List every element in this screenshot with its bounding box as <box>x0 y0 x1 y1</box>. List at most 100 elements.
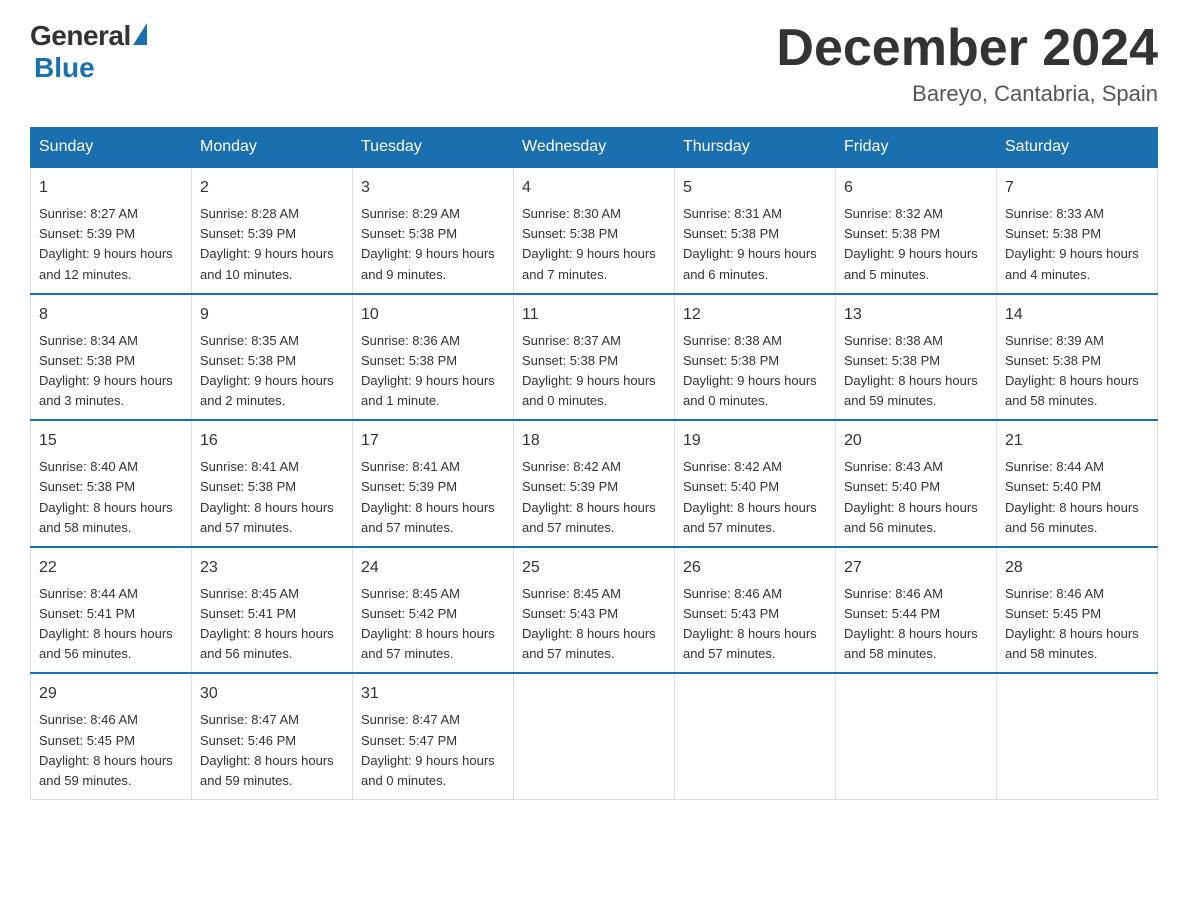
day-number: 12 <box>683 303 827 327</box>
day-number: 21 <box>1005 429 1149 453</box>
header-wednesday: Wednesday <box>514 128 675 168</box>
day-info: Sunrise: 8:37 AMSunset: 5:38 PMDaylight:… <box>522 331 666 412</box>
logo-general-text: General <box>30 20 131 52</box>
day-info: Sunrise: 8:31 AMSunset: 5:38 PMDaylight:… <box>683 204 827 285</box>
calendar-cell: 7 Sunrise: 8:33 AMSunset: 5:38 PMDayligh… <box>997 167 1158 294</box>
week-row-2: 8 Sunrise: 8:34 AMSunset: 5:38 PMDayligh… <box>31 294 1158 421</box>
calendar-cell: 5 Sunrise: 8:31 AMSunset: 5:38 PMDayligh… <box>675 167 836 294</box>
location-subtitle: Bareyo, Cantabria, Spain <box>776 81 1158 107</box>
weekday-header-row: Sunday Monday Tuesday Wednesday Thursday… <box>31 128 1158 168</box>
calendar-cell: 14 Sunrise: 8:39 AMSunset: 5:38 PMDaylig… <box>997 294 1158 421</box>
day-info: Sunrise: 8:30 AMSunset: 5:38 PMDaylight:… <box>522 204 666 285</box>
day-number: 11 <box>522 303 666 327</box>
day-info: Sunrise: 8:46 AMSunset: 5:45 PMDaylight:… <box>1005 584 1149 665</box>
day-info: Sunrise: 8:42 AMSunset: 5:40 PMDaylight:… <box>683 457 827 538</box>
calendar-cell <box>836 673 997 799</box>
day-info: Sunrise: 8:47 AMSunset: 5:46 PMDaylight:… <box>200 710 344 791</box>
calendar-cell: 4 Sunrise: 8:30 AMSunset: 5:38 PMDayligh… <box>514 167 675 294</box>
header-monday: Monday <box>192 128 353 168</box>
day-info: Sunrise: 8:32 AMSunset: 5:38 PMDaylight:… <box>844 204 988 285</box>
day-number: 16 <box>200 429 344 453</box>
month-year-title: December 2024 <box>776 20 1158 77</box>
calendar-cell <box>675 673 836 799</box>
day-number: 2 <box>200 176 344 200</box>
calendar-cell: 17 Sunrise: 8:41 AMSunset: 5:39 PMDaylig… <box>353 420 514 547</box>
day-number: 7 <box>1005 176 1149 200</box>
calendar-cell: 11 Sunrise: 8:37 AMSunset: 5:38 PMDaylig… <box>514 294 675 421</box>
day-number: 24 <box>361 556 505 580</box>
calendar-cell: 28 Sunrise: 8:46 AMSunset: 5:45 PMDaylig… <box>997 547 1158 674</box>
day-number: 15 <box>39 429 183 453</box>
day-info: Sunrise: 8:41 AMSunset: 5:39 PMDaylight:… <box>361 457 505 538</box>
day-number: 25 <box>522 556 666 580</box>
header-saturday: Saturday <box>997 128 1158 168</box>
day-number: 9 <box>200 303 344 327</box>
calendar-cell: 10 Sunrise: 8:36 AMSunset: 5:38 PMDaylig… <box>353 294 514 421</box>
day-info: Sunrise: 8:47 AMSunset: 5:47 PMDaylight:… <box>361 710 505 791</box>
day-info: Sunrise: 8:44 AMSunset: 5:40 PMDaylight:… <box>1005 457 1149 538</box>
day-info: Sunrise: 8:44 AMSunset: 5:41 PMDaylight:… <box>39 584 183 665</box>
week-row-3: 15 Sunrise: 8:40 AMSunset: 5:38 PMDaylig… <box>31 420 1158 547</box>
day-info: Sunrise: 8:46 AMSunset: 5:44 PMDaylight:… <box>844 584 988 665</box>
day-info: Sunrise: 8:28 AMSunset: 5:39 PMDaylight:… <box>200 204 344 285</box>
header-friday: Friday <box>836 128 997 168</box>
day-number: 18 <box>522 429 666 453</box>
calendar-cell: 12 Sunrise: 8:38 AMSunset: 5:38 PMDaylig… <box>675 294 836 421</box>
calendar-cell <box>997 673 1158 799</box>
calendar-cell <box>514 673 675 799</box>
day-number: 13 <box>844 303 988 327</box>
calendar-cell: 8 Sunrise: 8:34 AMSunset: 5:38 PMDayligh… <box>31 294 192 421</box>
day-info: Sunrise: 8:45 AMSunset: 5:42 PMDaylight:… <box>361 584 505 665</box>
day-info: Sunrise: 8:41 AMSunset: 5:38 PMDaylight:… <box>200 457 344 538</box>
day-number: 19 <box>683 429 827 453</box>
calendar-cell: 22 Sunrise: 8:44 AMSunset: 5:41 PMDaylig… <box>31 547 192 674</box>
logo-triangle-icon <box>133 23 147 45</box>
calendar-cell: 19 Sunrise: 8:42 AMSunset: 5:40 PMDaylig… <box>675 420 836 547</box>
day-number: 23 <box>200 556 344 580</box>
day-info: Sunrise: 8:36 AMSunset: 5:38 PMDaylight:… <box>361 331 505 412</box>
day-info: Sunrise: 8:46 AMSunset: 5:45 PMDaylight:… <box>39 710 183 791</box>
day-number: 28 <box>1005 556 1149 580</box>
week-row-5: 29 Sunrise: 8:46 AMSunset: 5:45 PMDaylig… <box>31 673 1158 799</box>
day-number: 27 <box>844 556 988 580</box>
day-number: 30 <box>200 682 344 706</box>
day-number: 14 <box>1005 303 1149 327</box>
calendar-cell: 3 Sunrise: 8:29 AMSunset: 5:38 PMDayligh… <box>353 167 514 294</box>
day-number: 29 <box>39 682 183 706</box>
calendar-table: Sunday Monday Tuesday Wednesday Thursday… <box>30 127 1158 800</box>
week-row-4: 22 Sunrise: 8:44 AMSunset: 5:41 PMDaylig… <box>31 547 1158 674</box>
calendar-cell: 2 Sunrise: 8:28 AMSunset: 5:39 PMDayligh… <box>192 167 353 294</box>
day-number: 17 <box>361 429 505 453</box>
day-info: Sunrise: 8:27 AMSunset: 5:39 PMDaylight:… <box>39 204 183 285</box>
calendar-cell: 26 Sunrise: 8:46 AMSunset: 5:43 PMDaylig… <box>675 547 836 674</box>
calendar-cell: 20 Sunrise: 8:43 AMSunset: 5:40 PMDaylig… <box>836 420 997 547</box>
day-info: Sunrise: 8:46 AMSunset: 5:43 PMDaylight:… <box>683 584 827 665</box>
day-number: 6 <box>844 176 988 200</box>
day-number: 10 <box>361 303 505 327</box>
calendar-cell: 29 Sunrise: 8:46 AMSunset: 5:45 PMDaylig… <box>31 673 192 799</box>
day-info: Sunrise: 8:34 AMSunset: 5:38 PMDaylight:… <box>39 331 183 412</box>
day-number: 5 <box>683 176 827 200</box>
week-row-1: 1 Sunrise: 8:27 AMSunset: 5:39 PMDayligh… <box>31 167 1158 294</box>
day-info: Sunrise: 8:29 AMSunset: 5:38 PMDaylight:… <box>361 204 505 285</box>
calendar-cell: 9 Sunrise: 8:35 AMSunset: 5:38 PMDayligh… <box>192 294 353 421</box>
title-section: December 2024 Bareyo, Cantabria, Spain <box>776 20 1158 107</box>
day-info: Sunrise: 8:38 AMSunset: 5:38 PMDaylight:… <box>844 331 988 412</box>
logo-blue-text: Blue <box>34 52 95 84</box>
calendar-cell: 24 Sunrise: 8:45 AMSunset: 5:42 PMDaylig… <box>353 547 514 674</box>
day-number: 4 <box>522 176 666 200</box>
day-info: Sunrise: 8:39 AMSunset: 5:38 PMDaylight:… <box>1005 331 1149 412</box>
day-number: 3 <box>361 176 505 200</box>
calendar-cell: 30 Sunrise: 8:47 AMSunset: 5:46 PMDaylig… <box>192 673 353 799</box>
header-thursday: Thursday <box>675 128 836 168</box>
calendar-cell: 18 Sunrise: 8:42 AMSunset: 5:39 PMDaylig… <box>514 420 675 547</box>
logo: General Blue <box>30 20 147 84</box>
calendar-cell: 31 Sunrise: 8:47 AMSunset: 5:47 PMDaylig… <box>353 673 514 799</box>
calendar-cell: 16 Sunrise: 8:41 AMSunset: 5:38 PMDaylig… <box>192 420 353 547</box>
day-info: Sunrise: 8:40 AMSunset: 5:38 PMDaylight:… <box>39 457 183 538</box>
calendar-cell: 25 Sunrise: 8:45 AMSunset: 5:43 PMDaylig… <box>514 547 675 674</box>
day-info: Sunrise: 8:45 AMSunset: 5:41 PMDaylight:… <box>200 584 344 665</box>
header-sunday: Sunday <box>31 128 192 168</box>
day-number: 1 <box>39 176 183 200</box>
calendar-cell: 15 Sunrise: 8:40 AMSunset: 5:38 PMDaylig… <box>31 420 192 547</box>
